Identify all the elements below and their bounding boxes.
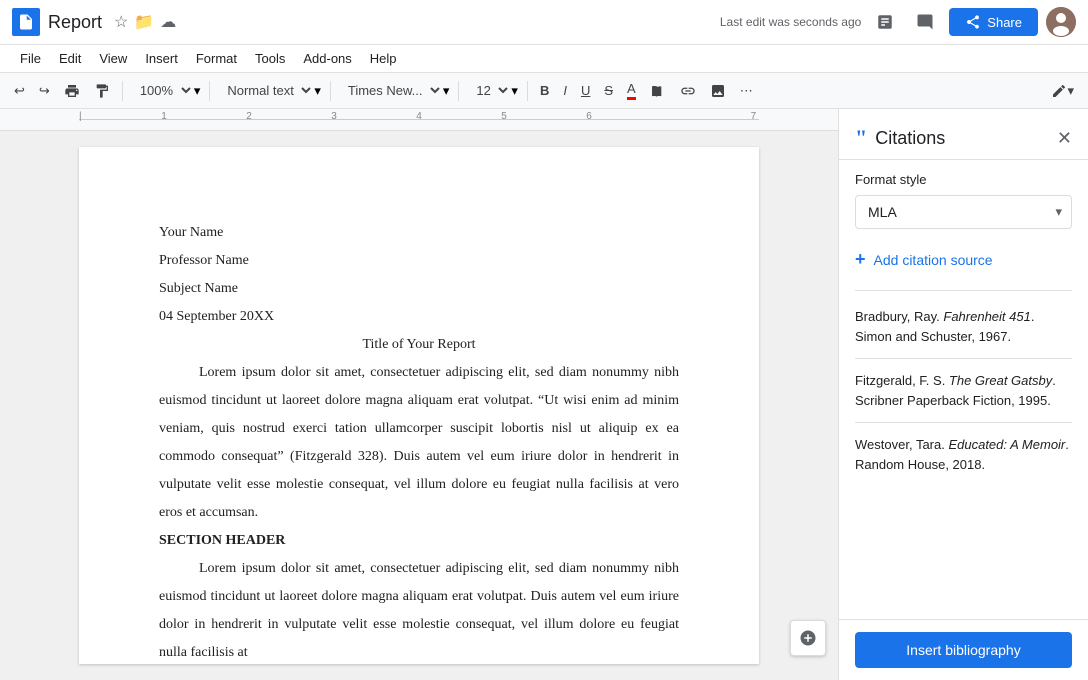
document-page[interactable]: Your Name Professor Name Subject Name 04… bbox=[79, 147, 759, 664]
add-citation-plus-icon: + bbox=[855, 249, 866, 270]
sep5 bbox=[527, 81, 528, 101]
style-select[interactable]: Normal text bbox=[219, 80, 314, 101]
section-header-line: SECTION HEADER bbox=[159, 527, 679, 555]
link-btn[interactable] bbox=[674, 79, 702, 103]
westover-italic: Educated: A Memoir bbox=[948, 437, 1065, 452]
citations-close-btn[interactable]: ✕ bbox=[1057, 128, 1072, 149]
font-wrapper[interactable]: Times New... ▾ bbox=[337, 78, 453, 103]
bradbury-normal: Bradbury, Ray. bbox=[855, 309, 943, 324]
doc-title: Report bbox=[48, 12, 102, 33]
format-select[interactable]: MLA APA Chicago bbox=[855, 195, 1072, 229]
style-arrow-icon: ▾ bbox=[314, 83, 321, 99]
westover-normal: Westover, Tara. bbox=[855, 437, 948, 452]
citation-divider-1 bbox=[855, 290, 1072, 291]
sep1 bbox=[122, 81, 123, 101]
fitzgerald-italic: The Great Gatsby bbox=[949, 373, 1052, 388]
toolbar: ↩ ↪ 100% ▾ Normal text ▾ Times New... ▾ … bbox=[0, 73, 1088, 109]
pen-btn[interactable]: ▾ bbox=[1045, 79, 1080, 103]
folder-icon[interactable]: 📁 bbox=[134, 12, 154, 32]
bradbury-italic: Fahrenheit 451 bbox=[943, 309, 1030, 324]
citations-body: Format style MLA APA Chicago ▾ + Add cit… bbox=[839, 160, 1088, 619]
menu-file[interactable]: File bbox=[12, 47, 49, 70]
professor-name-line: Professor Name bbox=[159, 247, 679, 275]
text-color-btn[interactable]: A bbox=[621, 77, 642, 104]
last-edit: Last edit was seconds ago bbox=[720, 15, 861, 29]
menu-bar: File Edit View Insert Format Tools Add-o… bbox=[0, 45, 1088, 73]
underline-btn[interactable]: U bbox=[575, 79, 596, 102]
font-select[interactable]: Times New... bbox=[340, 80, 443, 101]
citations-title: Citations bbox=[875, 128, 1057, 149]
highlight-btn[interactable] bbox=[644, 79, 672, 103]
sep4 bbox=[458, 81, 459, 101]
zoom-wrapper[interactable]: 100% ▾ bbox=[129, 78, 204, 103]
menu-edit[interactable]: Edit bbox=[51, 47, 89, 70]
print-btn[interactable] bbox=[58, 79, 86, 103]
fitzgerald-normal: Fitzgerald, F. S. bbox=[855, 373, 949, 388]
doc-scroll-area[interactable]: | 1 2 3 4 5 6 7 Your Name Professor Name… bbox=[0, 109, 838, 680]
date-line: 04 September 20XX bbox=[159, 303, 679, 331]
body2-line: Lorem ipsum dolor sit amet, consectetuer… bbox=[159, 555, 679, 667]
add-citation-btn[interactable]: + Add citation source bbox=[855, 245, 993, 274]
cloud-icon[interactable]: ☁ bbox=[160, 12, 176, 32]
format-select-wrapper[interactable]: MLA APA Chicago ▾ bbox=[855, 195, 1072, 229]
sep2 bbox=[209, 81, 210, 101]
doc-title-line: Title of Your Report bbox=[159, 331, 679, 359]
top-actions: Share bbox=[869, 6, 1076, 38]
menu-insert[interactable]: Insert bbox=[137, 47, 186, 70]
size-wrapper[interactable]: 12 ▾ bbox=[465, 78, 521, 103]
app-icon bbox=[12, 8, 40, 36]
zoom-select[interactable]: 100% bbox=[132, 80, 194, 101]
insert-bibliography-btn[interactable]: Insert bibliography bbox=[855, 632, 1072, 668]
format-style-label: Format style bbox=[855, 172, 1072, 187]
citation-bradbury: Bradbury, Ray. Fahrenheit 451. Simon and… bbox=[855, 295, 1072, 359]
your-name-line: Your Name bbox=[159, 219, 679, 247]
insert-image-btn[interactable] bbox=[704, 79, 732, 103]
top-bar: Report ☆ 📁 ☁ Last edit was seconds ago S… bbox=[0, 0, 1088, 45]
floating-action-btn[interactable] bbox=[790, 620, 826, 656]
main-area: | 1 2 3 4 5 6 7 Your Name Professor Name… bbox=[0, 109, 1088, 680]
title-icons: ☆ 📁 ☁ bbox=[114, 12, 176, 32]
size-arrow-icon: ▾ bbox=[511, 83, 518, 99]
citation-fitzgerald: Fitzgerald, F. S. The Great Gatsby. Scri… bbox=[855, 359, 1072, 423]
citations-header: " Citations ✕ bbox=[839, 109, 1088, 160]
citations-footer: Insert bibliography bbox=[839, 619, 1088, 680]
star-icon[interactable]: ☆ bbox=[114, 12, 128, 32]
size-select[interactable]: 12 bbox=[468, 80, 511, 101]
italic-btn[interactable]: I bbox=[557, 79, 573, 102]
ruler: | 1 2 3 4 5 6 7 bbox=[0, 109, 838, 131]
share-label: Share bbox=[987, 15, 1022, 30]
analytics-btn[interactable] bbox=[869, 6, 901, 38]
share-button[interactable]: Share bbox=[949, 8, 1038, 36]
strikethrough-btn[interactable]: S bbox=[598, 79, 619, 102]
body1-line: Lorem ipsum dolor sit amet, consectetuer… bbox=[159, 359, 679, 527]
citations-quote-icon: " bbox=[855, 125, 867, 151]
menu-format[interactable]: Format bbox=[188, 47, 245, 70]
more-btn[interactable]: ⋯ bbox=[734, 79, 759, 103]
menu-view[interactable]: View bbox=[91, 47, 135, 70]
sep3 bbox=[330, 81, 331, 101]
redo-btn[interactable]: ↪ bbox=[33, 79, 56, 103]
comments-btn[interactable] bbox=[909, 6, 941, 38]
subject-name-line: Subject Name bbox=[159, 275, 679, 303]
zoom-arrow-icon: ▾ bbox=[194, 83, 201, 99]
citations-panel: " Citations ✕ Format style MLA APA Chica… bbox=[838, 109, 1088, 680]
menu-tools[interactable]: Tools bbox=[247, 47, 293, 70]
add-citation-label: Add citation source bbox=[874, 252, 993, 268]
menu-addons[interactable]: Add-ons bbox=[295, 47, 359, 70]
citation-westover: Westover, Tara. Educated: A Memoir. Rand… bbox=[855, 423, 1072, 486]
font-arrow-icon: ▾ bbox=[443, 83, 450, 99]
user-avatar[interactable] bbox=[1046, 7, 1076, 37]
paintformat-btn[interactable] bbox=[88, 79, 116, 103]
undo-btn[interactable]: ↩ bbox=[8, 79, 31, 103]
style-wrapper[interactable]: Normal text ▾ bbox=[216, 78, 324, 103]
bold-btn[interactable]: B bbox=[534, 79, 555, 102]
menu-help[interactable]: Help bbox=[362, 47, 405, 70]
